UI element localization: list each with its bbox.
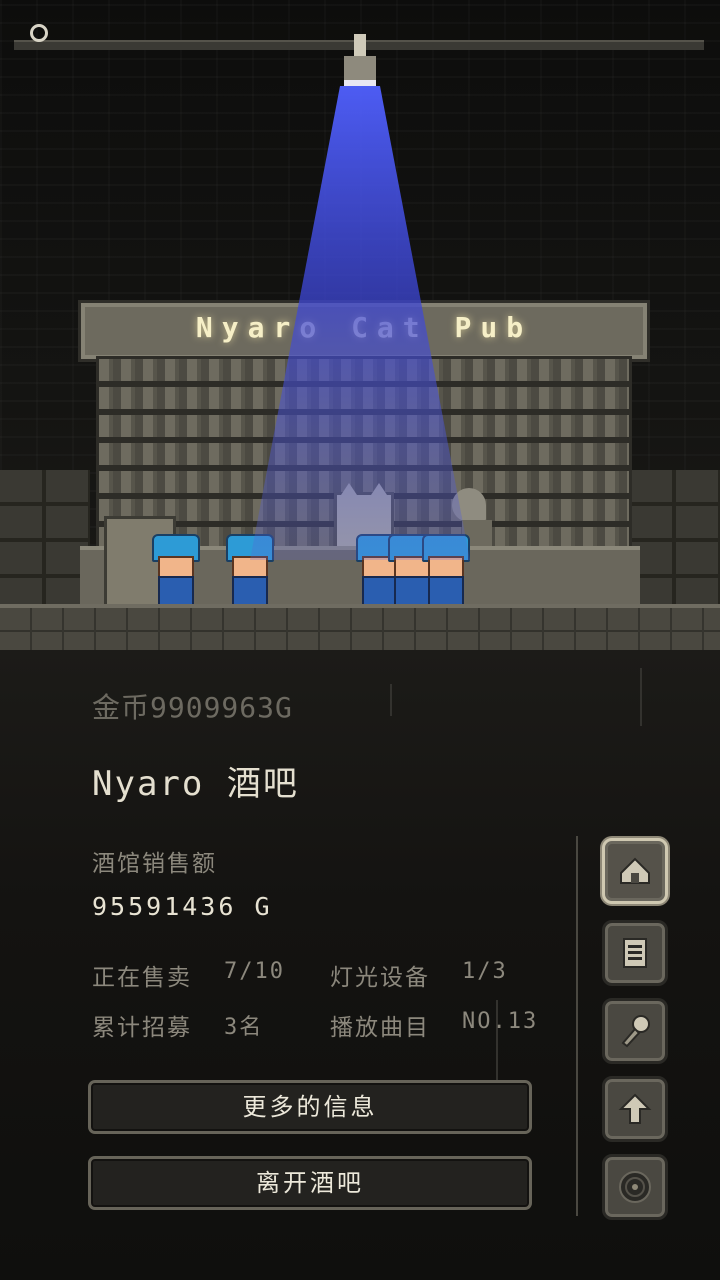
record-disc-icon <box>619 1171 651 1203</box>
more-info-button[interactable]: 更多的信息 <box>88 1080 532 1134</box>
upgrade-arrow-icon <box>618 1093 652 1124</box>
lighting-label: 灯光设备 <box>330 965 430 991</box>
pub-sign: Nyaro Cat Pub <box>78 300 650 362</box>
home-button[interactable] <box>602 838 668 904</box>
crates-left <box>0 470 90 610</box>
customer-2[interactable] <box>224 534 274 610</box>
customer-1[interactable] <box>150 534 200 610</box>
game-screen: Nyaro Cat Pub 金币9909963G Nyaro 酒吧 酒馆销售额 … <box>0 0 720 1280</box>
microphone-icon <box>621 1015 650 1048</box>
crates-right <box>630 470 720 610</box>
leave-pub-button[interactable]: 离开酒吧 <box>88 1156 532 1210</box>
selling-label: 正在售卖 <box>92 965 192 991</box>
recruited-value: 3名 <box>224 1015 264 1040</box>
rail-ring <box>30 24 48 42</box>
selling-value: 7/10 <box>224 959 285 984</box>
playlist-value: NO.13 <box>462 1009 539 1034</box>
recruited-label: 累计招募 <box>92 1015 192 1041</box>
sales-label: 酒馆销售额 <box>92 851 217 877</box>
record-disc-button[interactable] <box>602 1154 668 1220</box>
gold-balance: 金币9909963G <box>92 691 293 724</box>
menu-book-icon <box>623 938 647 968</box>
rain-streak <box>640 668 642 726</box>
spotlight-lamp <box>340 34 380 88</box>
microphone-button[interactable] <box>602 998 668 1064</box>
playlist-label: 播放曲目 <box>330 1015 430 1041</box>
sales-value: 95591436 G <box>92 892 273 921</box>
menu-book-button[interactable] <box>602 920 668 986</box>
customer-5[interactable] <box>420 534 470 610</box>
upgrade-button[interactable] <box>602 1076 668 1142</box>
home-icon <box>620 857 650 884</box>
stage-floor <box>0 604 720 650</box>
pub-scene: Nyaro Cat Pub <box>0 0 720 650</box>
lighting-value: 1/3 <box>462 959 508 984</box>
rain-streak <box>390 684 392 716</box>
pub-name-title: Nyaro 酒吧 <box>92 764 299 804</box>
panel-divider <box>576 836 578 1216</box>
pub-sign-text: Nyaro Cat Pub <box>195 311 533 344</box>
